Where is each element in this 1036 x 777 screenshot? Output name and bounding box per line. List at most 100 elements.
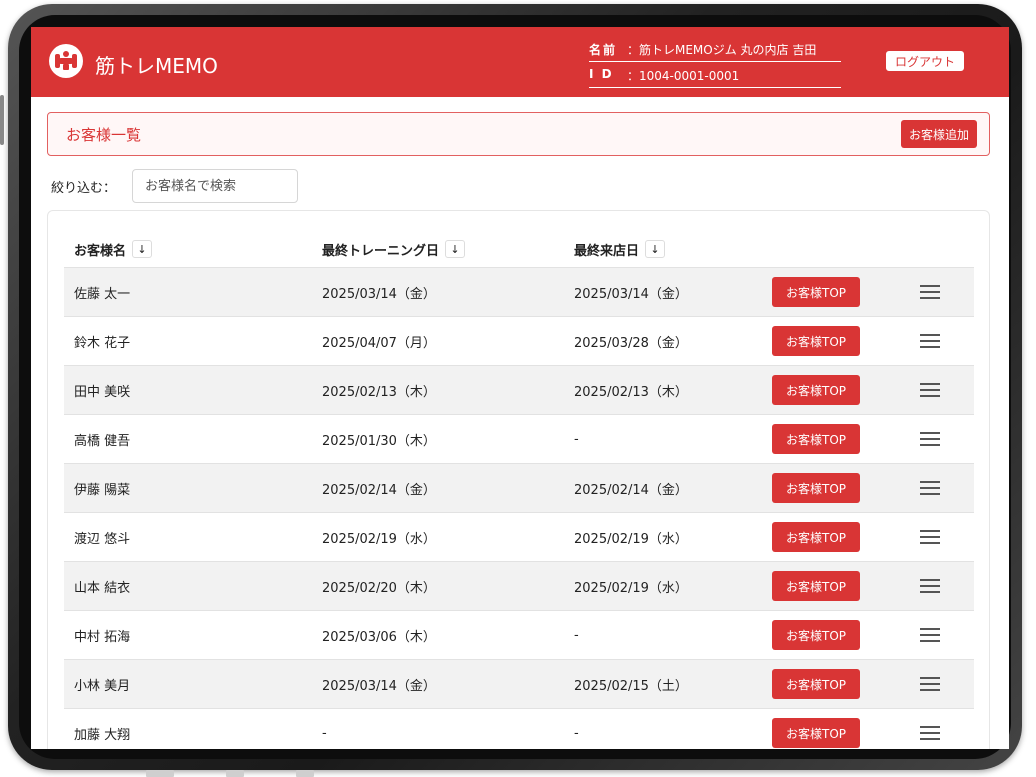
last-training-date: 2025/02/13（木） <box>322 384 436 400</box>
customer-top-cell: お客様TOP <box>772 415 860 463</box>
customer-top-button[interactable]: お客様TOP <box>772 522 860 552</box>
customer-top-button[interactable]: お客様TOP <box>772 424 860 454</box>
customer-name: 高橋 健吾 <box>74 433 131 449</box>
customer-name: 加藤 大翔 <box>74 727 131 743</box>
hamburger-menu-icon[interactable] <box>920 579 940 593</box>
last-training-date: 2025/02/19（水） <box>322 531 436 547</box>
last-visit-date: 2025/02/19（水） <box>574 580 688 596</box>
column-header-last-training: 最終トレーニング日 ↓ <box>322 231 466 267</box>
dock-item <box>296 770 314 777</box>
user-id-line: I D ：1004-0001-0001 <box>589 65 841 88</box>
row-menu-cell <box>920 660 940 708</box>
customer-top-cell: お客様TOP <box>772 611 860 659</box>
customer-table: お客様名 ↓ 最終トレーニング日 ↓ 最終来店日 ↓ 佐藤 太一 2025/03… <box>47 210 990 749</box>
row-menu-cell <box>920 562 940 610</box>
column-label: お客様名 <box>74 243 127 259</box>
last-visit-date: - <box>574 627 579 643</box>
customer-top-button[interactable]: お客様TOP <box>772 669 860 699</box>
customer-top-button[interactable]: お客様TOP <box>772 571 860 601</box>
customer-name: 伊藤 陽菜 <box>74 482 131 498</box>
hamburger-menu-icon[interactable] <box>920 334 940 348</box>
customer-search-input[interactable] <box>132 169 299 203</box>
hamburger-menu-icon[interactable] <box>920 530 940 544</box>
id-label: I D <box>589 67 614 81</box>
app-screen: 筋トレMEMO 名前 ：筋トレMEMOジム 丸の内店 吉田 I D ：1004-… <box>31 27 1009 749</box>
table-row: 伊藤 陽菜 2025/02/14（金） 2025/02/14（金） お客様TOP <box>64 463 974 512</box>
sort-arrow-icon[interactable]: ↓ <box>445 240 466 258</box>
row-menu-cell <box>920 709 940 749</box>
last-training-date: 2025/02/20（木） <box>322 580 436 596</box>
last-training-date: 2025/01/30（木） <box>322 433 436 449</box>
customer-top-cell: お客様TOP <box>772 660 860 708</box>
column-label: 最終トレーニング日 <box>322 243 440 259</box>
row-menu-cell <box>920 366 940 414</box>
table-row: 渡辺 悠斗 2025/02/19（水） 2025/02/19（水） お客様TOP <box>64 512 974 561</box>
last-training-date: 2025/04/07（月） <box>322 335 436 351</box>
customer-name: 渡辺 悠斗 <box>74 531 131 547</box>
hamburger-menu-icon[interactable] <box>920 628 940 642</box>
last-visit-date: 2025/02/19（水） <box>574 531 688 547</box>
last-visit-date: 2025/02/13（木） <box>574 384 688 400</box>
last-training-date: 2025/02/14（金） <box>322 482 436 498</box>
table-header: お客様名 ↓ 最終トレーニング日 ↓ 最終来店日 ↓ <box>64 231 974 267</box>
table-row: 加藤 大翔 - - お客様TOP <box>64 708 974 749</box>
customer-top-cell: お客様TOP <box>772 562 860 610</box>
hamburger-menu-icon[interactable] <box>920 677 940 691</box>
customer-top-button[interactable]: お客様TOP <box>772 326 860 356</box>
column-header-last-visit: 最終来店日 ↓ <box>574 231 666 267</box>
customer-name: 鈴木 花子 <box>74 335 131 351</box>
hamburger-menu-icon[interactable] <box>920 481 940 495</box>
dock-item <box>226 770 244 777</box>
table-row: 佐藤 太一 2025/03/14（金） 2025/03/14（金） お客様TOP <box>64 267 974 316</box>
last-visit-date: - <box>574 431 579 447</box>
table-row: 中村 拓海 2025/03/06（木） - お客様TOP <box>64 610 974 659</box>
filter-label: 絞り込む： <box>51 180 117 196</box>
table-row: 鈴木 花子 2025/04/07（月） 2025/03/28（金） お客様TOP <box>64 316 974 365</box>
column-header-name: お客様名 ↓ <box>74 231 153 267</box>
row-menu-cell <box>920 415 940 463</box>
customer-list-header: お客様一覧 お客様追加 <box>47 112 990 156</box>
device-side-button <box>0 95 4 145</box>
app-title: 筋トレMEMO <box>95 54 218 78</box>
last-visit-date: 2025/03/28（金） <box>574 335 688 351</box>
user-info: 名前 ：筋トレMEMOジム 丸の内店 吉田 I D ：1004-0001-000… <box>589 39 841 88</box>
sort-arrow-icon[interactable]: ↓ <box>645 240 666 258</box>
last-visit-date: 2025/02/15（土） <box>574 678 688 694</box>
filter-row: 絞り込む： <box>51 167 299 205</box>
last-training-date: 2025/03/14（金） <box>322 678 436 694</box>
customer-top-button[interactable]: お客様TOP <box>772 277 860 307</box>
customer-top-button[interactable]: お客様TOP <box>772 620 860 650</box>
logout-button[interactable]: ログアウト <box>886 51 965 71</box>
table-body: 佐藤 太一 2025/03/14（金） 2025/03/14（金） お客様TOP… <box>64 267 974 749</box>
user-name-line: 名前 ：筋トレMEMOジム 丸の内店 吉田 <box>589 39 841 62</box>
id-value: ：1004-0001-0001 <box>627 69 740 83</box>
hamburger-menu-icon[interactable] <box>920 726 940 740</box>
hamburger-menu-icon[interactable] <box>920 432 940 446</box>
customer-top-button[interactable]: お客様TOP <box>772 473 860 503</box>
customer-name: 小林 美月 <box>74 678 131 694</box>
row-menu-cell <box>920 268 940 316</box>
last-training-date: 2025/03/14（金） <box>322 286 436 302</box>
name-label: 名前 <box>589 43 618 57</box>
customer-name: 佐藤 太一 <box>74 286 131 302</box>
customer-top-button[interactable]: お客様TOP <box>772 718 860 748</box>
dumbbell-icon <box>49 44 83 78</box>
customer-top-cell: お客様TOP <box>772 268 860 316</box>
table-row: 高橋 健吾 2025/01/30（木） - お客様TOP <box>64 414 974 463</box>
customer-top-cell: お客様TOP <box>772 513 860 561</box>
add-customer-button[interactable]: お客様追加 <box>900 120 977 148</box>
sort-arrow-icon[interactable]: ↓ <box>132 240 153 258</box>
last-visit-date: 2025/03/14（金） <box>574 286 688 302</box>
hamburger-menu-icon[interactable] <box>920 383 940 397</box>
table-row: 山本 結衣 2025/02/20（木） 2025/02/19（水） お客様TOP <box>64 561 974 610</box>
table-row: 小林 美月 2025/03/14（金） 2025/02/15（土） お客様TOP <box>64 659 974 708</box>
row-menu-cell <box>920 513 940 561</box>
row-menu-cell <box>920 464 940 512</box>
last-training-date: - <box>322 725 327 741</box>
customer-top-button[interactable]: お客様TOP <box>772 375 860 405</box>
last-visit-date: - <box>574 725 579 741</box>
dock-item <box>146 770 174 777</box>
last-training-date: 2025/03/06（木） <box>322 629 436 645</box>
hamburger-menu-icon[interactable] <box>920 285 940 299</box>
customer-top-cell: お客様TOP <box>772 317 860 365</box>
